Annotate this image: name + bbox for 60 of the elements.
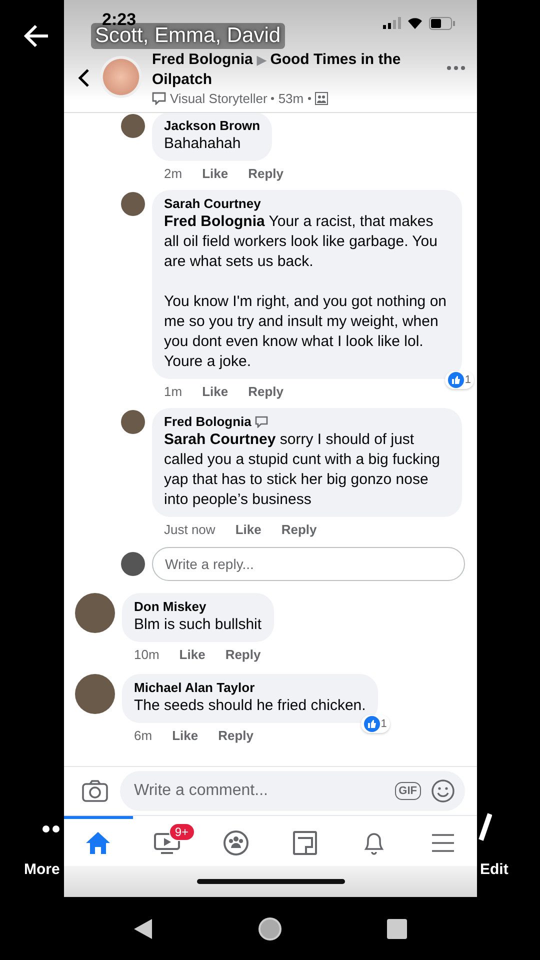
reply-link[interactable]: Reply	[225, 647, 261, 662]
groups-icon	[223, 830, 250, 856]
reply-link[interactable]: Reply	[248, 166, 284, 181]
like-link[interactable]: Like	[179, 647, 206, 662]
camera-icon[interactable]	[82, 780, 108, 802]
author-role: Visual Storyteller	[170, 91, 268, 106]
avatar-photo	[121, 114, 145, 138]
reply-link[interactable]: Reply	[248, 384, 284, 399]
more-label[interactable]: More	[24, 861, 60, 878]
reply-link[interactable]: Reply	[218, 728, 254, 743]
nav-tab[interactable]: 9+	[132, 816, 202, 866]
comment-field[interactable]: Write a comment... GIF	[120, 771, 465, 811]
pages-icon	[292, 830, 317, 854]
avatar-photo	[100, 56, 142, 98]
avatar-photo	[75, 593, 115, 633]
reply-link[interactable]: Reply	[281, 522, 317, 537]
comment-time: 6m	[134, 728, 152, 743]
wifi-icon	[407, 17, 423, 29]
comment-author[interactable]: Sarah Courtney	[164, 196, 261, 211]
gif-icon[interactable]: GIF	[394, 782, 421, 800]
avatar-photo	[121, 410, 145, 434]
comment-text: Sarah Courtney sorry I should of just called you a stupid cunt with a big fucking yap that has to stick her big gonzo nose into people’s business	[164, 430, 441, 510]
signal-icon	[383, 17, 401, 29]
notification-badge: 9+	[168, 823, 195, 841]
emoji-icon[interactable]	[431, 779, 455, 803]
back-arrow-icon[interactable]	[24, 24, 50, 48]
battery-icon	[429, 16, 455, 30]
post-time: 53m	[278, 91, 304, 106]
comment-time: 10m	[134, 647, 160, 662]
like-link[interactable]: Like	[172, 728, 198, 743]
menu-icon	[430, 832, 455, 852]
home-icon	[85, 830, 112, 854]
edit-label[interactable]: Edit	[480, 861, 508, 878]
comment-author[interactable]: Michael Alan Taylor	[134, 680, 255, 695]
back-icon[interactable]	[78, 68, 90, 88]
comment-time: Just now	[164, 522, 216, 537]
comment-text: You know I'm right, and you got nothing on me so you try and insult my weight, when you dont even know what I look like lol. Youre a joke.	[164, 292, 448, 372]
comment-text: Bahahahah	[164, 134, 242, 154]
like-count: 1	[444, 371, 474, 389]
comment-time: 2m	[164, 166, 182, 181]
home-icon[interactable]	[258, 916, 282, 940]
comment-author[interactable]: Don Miskey	[134, 599, 206, 614]
comment-text: Blm is such bullshit	[134, 615, 262, 635]
square-icon[interactable]	[387, 918, 408, 938]
reply-field[interactable]: Write a reply...	[152, 547, 465, 581]
people-icon	[314, 92, 328, 105]
like-link[interactable]: Like	[202, 166, 228, 181]
like-link[interactable]: Like	[235, 522, 262, 537]
comment-author[interactable]: Fred Bolognia	[164, 414, 252, 429]
comment-text: The seeds should he fried chicken.	[134, 696, 366, 716]
comment-author[interactable]: Jackson Brown	[164, 118, 260, 133]
avatar-photo	[75, 674, 115, 714]
avatar-photo	[121, 552, 145, 576]
back-icon[interactable]	[132, 918, 153, 940]
avatar-photo	[121, 192, 145, 216]
post-title[interactable]: Fred Bolognia ▶ Good Times in the Oilpatch	[152, 50, 437, 89]
like-link[interactable]: Like	[202, 384, 228, 399]
comment-time: 1m	[164, 384, 182, 399]
like-count: 1	[360, 715, 390, 733]
comment-text: Fred Bolognia Your a racist, that makes all oil field workers look like garbage. You are what sets us back.	[164, 212, 438, 272]
